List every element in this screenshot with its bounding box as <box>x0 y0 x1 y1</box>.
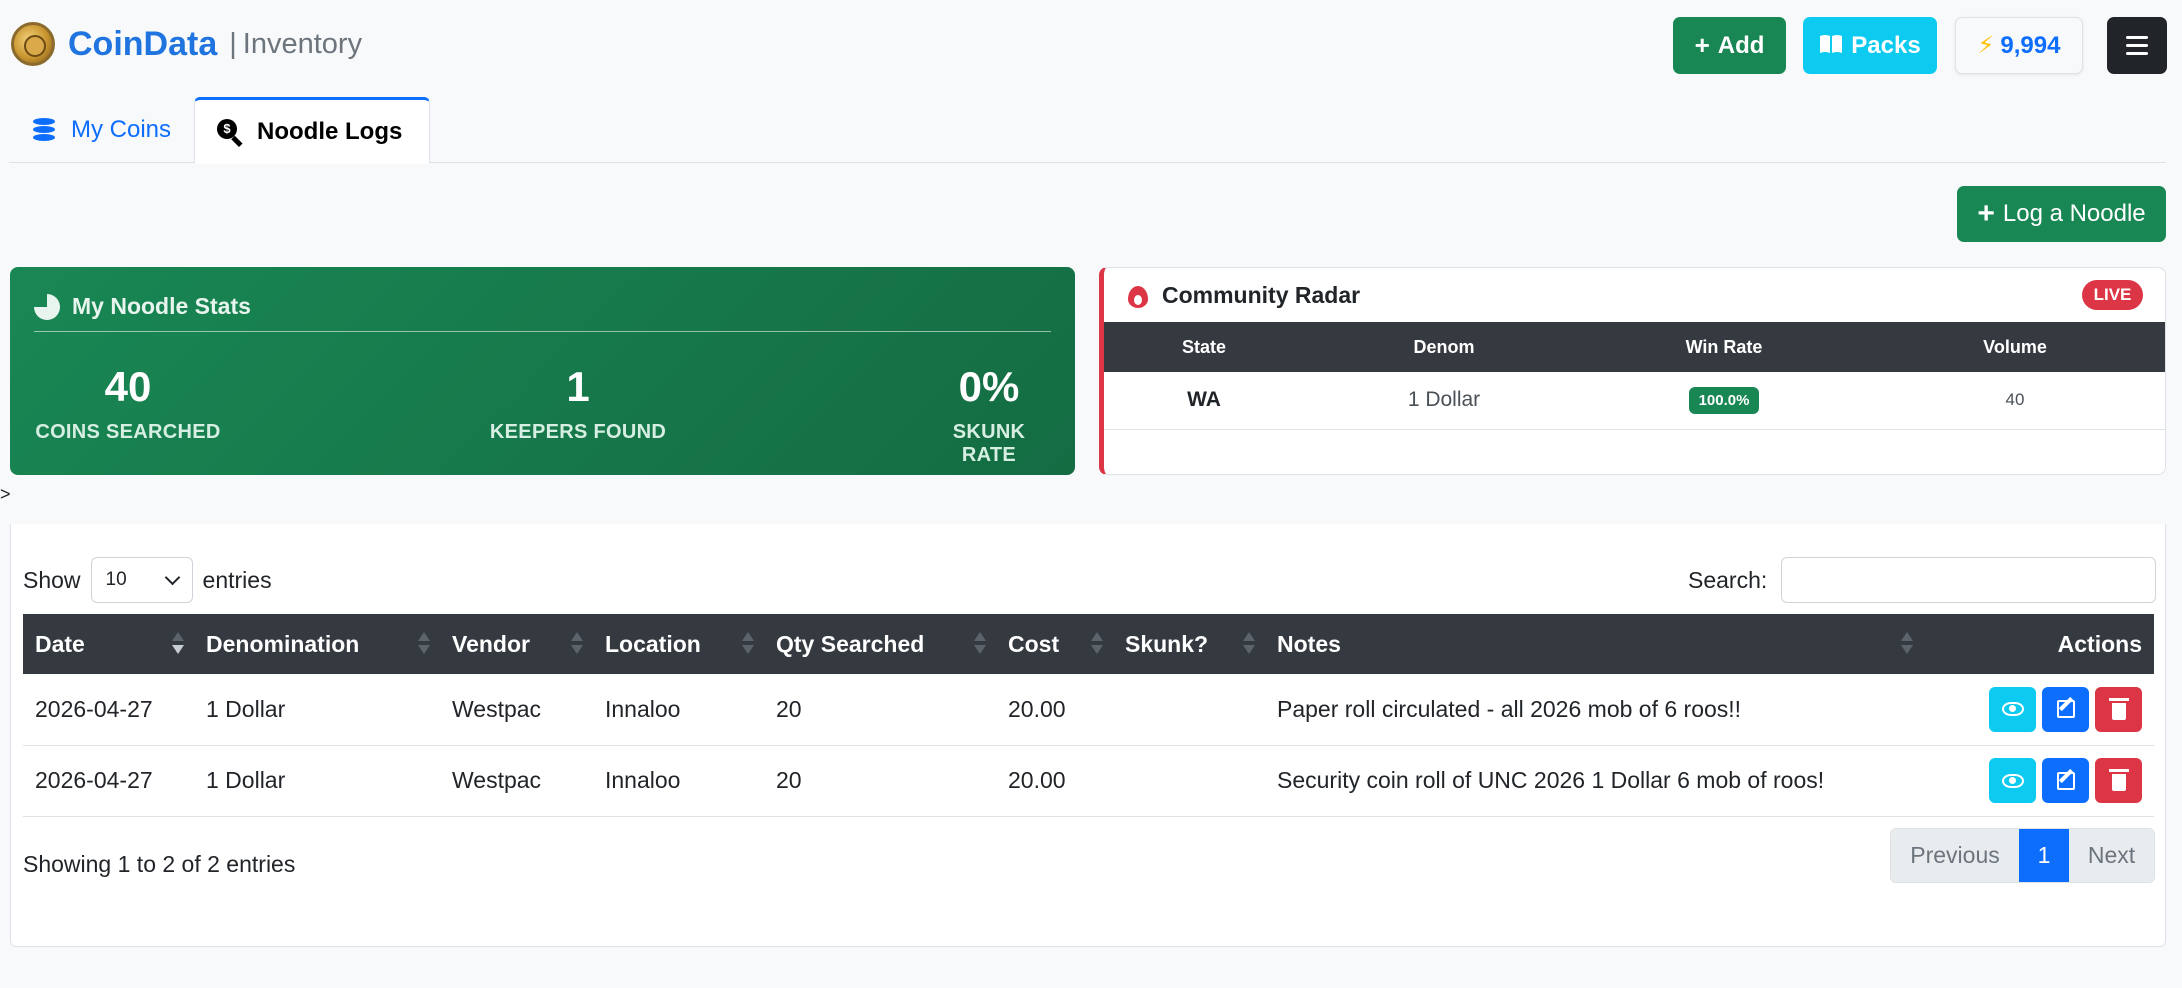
radar-col-volume: Volume <box>1864 322 2165 372</box>
radar-col-state: State <box>1104 322 1304 372</box>
noodle-logs-panel: Show 10 entries Search: Date Denominatio… <box>10 524 2166 947</box>
tab-noodle-logs[interactable]: $ Noodle Logs <box>194 97 430 164</box>
top-bar: CoinData | Inventory + Add Packs ⚡ 9,994 <box>0 0 2182 92</box>
col-skunk[interactable]: Skunk? <box>1113 614 1265 674</box>
coin-logo-icon <box>11 22 55 66</box>
col-qty-searched[interactable]: Qty Searched <box>764 614 996 674</box>
live-badge: LIVE <box>2082 280 2143 310</box>
col-cost[interactable]: Cost <box>996 614 1113 674</box>
trash-icon <box>2108 697 2129 720</box>
edit-button[interactable] <box>2042 686 2089 732</box>
tab-my-coins[interactable]: My Coins <box>9 97 194 163</box>
noodle-stats-card: My Noodle Stats 40 COINS SEARCHED 1 KEEP… <box>10 267 1075 475</box>
stray-text: > <box>0 484 11 504</box>
previous-page-button[interactable]: Previous <box>1891 829 2019 882</box>
log-noodle-button[interactable]: + Log a Noodle <box>1957 186 2166 242</box>
eye-icon <box>2001 773 2024 788</box>
pie-chart-icon <box>34 293 60 320</box>
col-notes[interactable]: Notes <box>1265 614 1923 674</box>
menu-button[interactable] <box>2107 17 2167 74</box>
plus-icon: + <box>1977 197 1995 230</box>
divider <box>34 331 1051 332</box>
eye-icon <box>2001 702 2024 717</box>
page-1-button[interactable]: 1 <box>2019 829 2069 882</box>
radar-col-win-rate: Win Rate <box>1584 322 1864 372</box>
pagination: Previous 1 Next <box>1890 828 2155 883</box>
fire-icon <box>1128 284 1148 308</box>
chevron-down-icon <box>164 569 180 585</box>
col-date[interactable]: Date <box>23 614 194 674</box>
page-length-control: Show 10 entries <box>23 557 272 603</box>
edit-icon <box>2056 700 2075 719</box>
brand[interactable]: CoinData | Inventory <box>11 22 362 66</box>
credits-button[interactable]: ⚡ 9,994 <box>1955 17 2083 74</box>
col-vendor[interactable]: Vendor <box>440 614 593 674</box>
table-row: 2026-04-27 1 Dollar Westpac Innaloo 20 2… <box>23 745 2154 817</box>
radar-row: WA 1 Dollar 100.0% 40 <box>1104 372 2165 430</box>
stat-skunk-rate: 0% SKUNK RATE <box>952 363 1026 466</box>
radar-table: State Denom Win Rate Volume WA 1 Dollar … <box>1104 322 2165 430</box>
view-button[interactable] <box>1989 686 2036 732</box>
win-rate-badge: 100.0% <box>1688 386 1760 414</box>
book-icon <box>1819 30 1843 61</box>
tab-bar: My Coins $ Noodle Logs <box>9 97 2166 164</box>
delete-button[interactable] <box>2095 758 2142 803</box>
table-row: 2026-04-27 1 Dollar Westpac Innaloo 20 2… <box>23 674 2154 746</box>
stats-title: My Noodle Stats <box>34 293 251 320</box>
next-page-button[interactable]: Next <box>2069 829 2154 882</box>
delete-button[interactable] <box>2095 686 2142 732</box>
col-denomination[interactable]: Denomination <box>194 614 440 674</box>
stat-coins-searched: 40 COINS SEARCHED <box>35 363 221 443</box>
col-location[interactable]: Location <box>593 614 764 674</box>
brand-section: | Inventory <box>229 27 363 60</box>
page-length-select[interactable]: 10 <box>90 557 193 603</box>
search-input[interactable] <box>1781 557 2157 603</box>
table-search: Search: <box>1688 557 2157 603</box>
plus-icon: + <box>1694 30 1710 60</box>
add-button[interactable]: + Add <box>1673 17 1786 74</box>
bolt-icon: ⚡ <box>1977 32 1995 59</box>
search-dollar-icon: $ <box>217 118 243 147</box>
table-info: Showing 1 to 2 of 2 entries <box>23 851 296 877</box>
community-radar-card: Community Radar LIVE State Denom Win Rat… <box>1099 267 2166 475</box>
radar-title: Community Radar <box>1128 282 1360 309</box>
stat-keepers-found: 1 KEEPERS FOUND <box>489 363 667 443</box>
hamburger-icon <box>2126 36 2148 55</box>
view-button[interactable] <box>1989 758 2036 803</box>
noodle-logs-table: Date Denomination Vendor Location Qty Se… <box>23 614 2154 817</box>
brand-name: CoinData <box>68 24 218 63</box>
col-actions: Actions <box>1923 614 2154 674</box>
edit-button[interactable] <box>2042 758 2089 803</box>
packs-button[interactable]: Packs <box>1803 17 1937 74</box>
trash-icon <box>2108 769 2129 791</box>
coins-stack-icon <box>33 118 57 142</box>
edit-icon <box>2056 771 2075 790</box>
radar-col-denom: Denom <box>1304 322 1584 372</box>
